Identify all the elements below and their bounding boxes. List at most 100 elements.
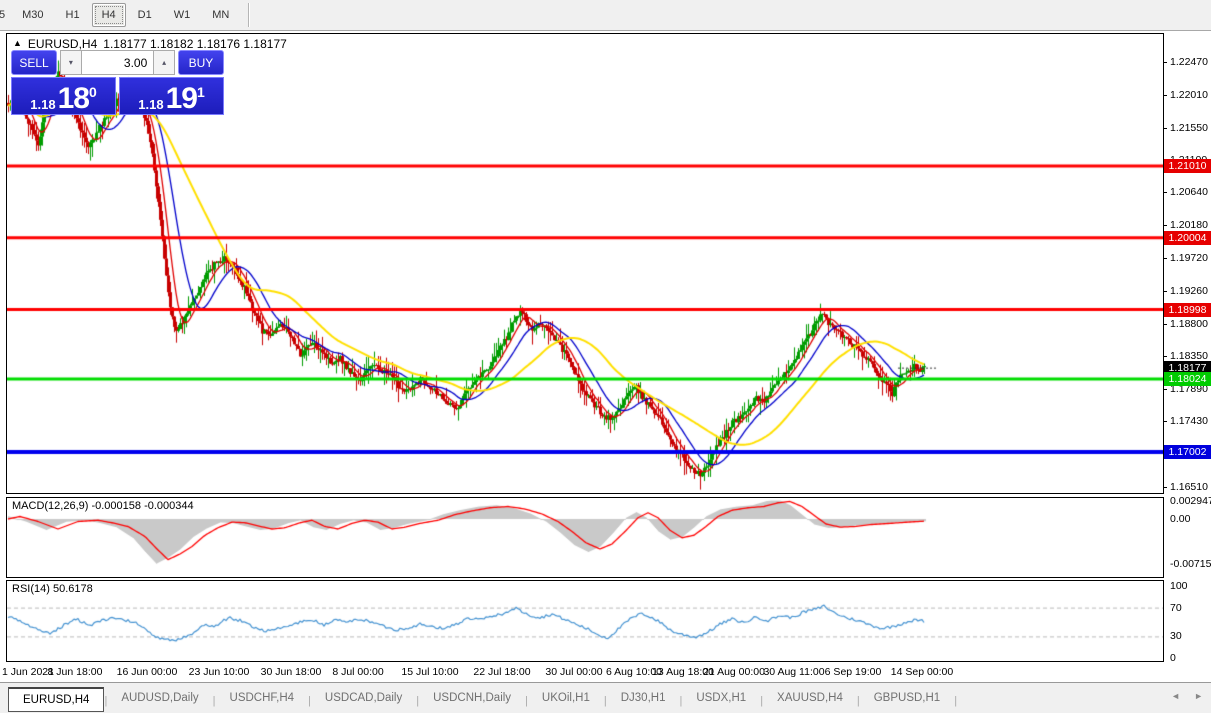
tab-usdcad-daily[interactable]: USDCAD,Daily [311, 687, 416, 709]
price-axis-tick [1163, 421, 1167, 422]
rsi-axis-label: 100 [1170, 580, 1188, 592]
buy-price-point: 1 [197, 84, 205, 100]
price-axis-tick [1163, 324, 1167, 325]
symbol-marker-icon: ▲ [13, 38, 22, 48]
tab-eurusd-h4[interactable]: EURUSD,H4 [8, 687, 104, 712]
sell-price-display[interactable]: 1.18 18 0 [11, 77, 116, 115]
volume-increase-button[interactable]: ▴ [153, 50, 175, 75]
rsi-axis-label: 30 [1170, 630, 1182, 642]
timeframe-button-h1[interactable]: H1 [56, 3, 90, 27]
toolbar-separator [248, 3, 249, 27]
buy-button[interactable]: BUY [178, 50, 224, 75]
price-tag-1.21010: 1.21010 [1164, 159, 1211, 173]
timeframe-toolbar: 5M30H1H4D1W1MN [0, 0, 1211, 31]
time-axis-label: 16 Jun 00:00 [117, 666, 178, 678]
sell-button[interactable]: SELL [11, 50, 57, 75]
time-axis-label: 1 Jun 2021 [2, 666, 54, 678]
time-axis-label: 23 Jun 10:00 [189, 666, 250, 678]
buy-price-base: 1.18 [138, 97, 163, 112]
macd-axis-label: -0.007151 [1170, 558, 1211, 570]
tab-gbpusd-h1[interactable]: GBPUSD,H1 [860, 687, 954, 709]
price-axis-tick-label: 1.19260 [1170, 285, 1208, 297]
price-axis-tick-label: 1.16510 [1170, 481, 1208, 493]
price-axis-tick-label: 1.17430 [1170, 415, 1208, 427]
timeframe-button-w1[interactable]: W1 [164, 3, 201, 27]
price-axis-tick-label: 1.21550 [1170, 122, 1208, 134]
price-axis-tick [1163, 128, 1167, 129]
tab-usdx-h1[interactable]: USDX,H1 [682, 687, 760, 709]
chart-header: ▲ EURUSD,H4 1.18177 1.18182 1.18176 1.18… [13, 37, 287, 51]
tab-dj30-h1[interactable]: DJ30,H1 [607, 687, 680, 709]
tab-usdchf-h4[interactable]: USDCHF,H4 [216, 687, 309, 709]
chart-symbol: EURUSD,H4 [28, 37, 97, 51]
timeframe-buttons: 5M30H1H4D1W1MN [0, 0, 240, 30]
macd-label: MACD(12,26,9) -0.000158 -0.000344 [12, 500, 194, 512]
price-axis-tick-label: 1.22010 [1170, 89, 1208, 101]
price-tag-1.20004: 1.20004 [1164, 231, 1211, 245]
rsi-label: RSI(14) 50.6178 [12, 583, 93, 595]
price-axis-tick [1163, 192, 1167, 193]
price-axis-tick-label: 1.20640 [1170, 186, 1208, 198]
rsi-axis-label: 70 [1170, 602, 1182, 614]
price-tag-1.18998: 1.18998 [1164, 303, 1211, 317]
tab-scroll-controls: ◄ ► [1171, 691, 1203, 701]
time-axis-label: 15 Jul 10:00 [401, 666, 458, 678]
time-axis-label: 8 Jun 18:00 [48, 666, 103, 678]
time-axis-label: 8 Jul 00:00 [332, 666, 383, 678]
price-axis-tick-label: 1.22470 [1170, 56, 1208, 68]
macd-panel[interactable]: MACD(12,26,9) -0.000158 -0.000344 [6, 497, 1164, 578]
main-price-plot[interactable]: ▲ EURUSD,H4 1.18177 1.18182 1.18176 1.18… [6, 33, 1164, 494]
macd-axis-label: 0.00 [1170, 513, 1190, 525]
time-axis-label: 6 Sep 19:00 [825, 666, 882, 678]
volume-input[interactable]: 3.00 [82, 50, 154, 75]
tab-scroll-right-icon[interactable]: ► [1194, 691, 1203, 701]
time-axis: 1 Jun 20218 Jun 18:00 16 Jun 00:00 23 Jun … [0, 663, 1211, 681]
price-axis-tick [1163, 62, 1167, 63]
price-axis-tick [1163, 356, 1167, 357]
volume-decrease-button[interactable]: ▾ [60, 50, 82, 75]
timeframe-button-h4[interactable]: H4 [92, 3, 126, 27]
buy-price-display[interactable]: 1.18 19 1 [119, 77, 224, 115]
price-axis-tick-label: 1.18350 [1170, 350, 1208, 362]
macd-axis-label: 0.002947 [1170, 495, 1211, 507]
rsi-panel[interactable]: RSI(14) 50.6178 [6, 580, 1164, 662]
tab-ukoil-h1[interactable]: UKOil,H1 [528, 687, 604, 709]
timeframe-button-5[interactable]: 5 [0, 3, 10, 27]
time-axis-label: 22 Jul 18:00 [473, 666, 530, 678]
chart-ohlc: 1.18177 1.18182 1.18176 1.18177 [103, 37, 287, 51]
symbol-tabbar: EURUSD,H4|AUDUSD,Daily|USDCHF,H4|USDCAD,… [0, 682, 1211, 713]
price-axis-tick [1163, 225, 1167, 226]
timeframe-button-m30[interactable]: M30 [12, 3, 53, 27]
price-axis-tick [1163, 258, 1167, 259]
rsi-axis-label: 0 [1170, 652, 1176, 664]
tab-scroll-left-icon[interactable]: ◄ [1171, 691, 1180, 701]
time-axis-label: 30 Jun 18:00 [261, 666, 322, 678]
one-click-trade-panel: SELL ▾ 3.00 ▴ BUY 1.18 18 0 1.18 19 1 [11, 50, 224, 115]
sell-price-point: 0 [89, 84, 97, 100]
timeframe-button-mn[interactable]: MN [202, 3, 239, 27]
tab-usdcnh-daily[interactable]: USDCNH,Daily [419, 687, 525, 709]
tab-xauusd-h4[interactable]: XAUUSD,H4 [763, 687, 857, 709]
price-axis-tick [1163, 389, 1167, 390]
price-axis-tick-label: 1.18800 [1170, 318, 1208, 330]
time-axis-label: 30 Aug 11:00 [763, 666, 824, 678]
sell-price-base: 1.18 [30, 97, 55, 112]
price-tag-1.18024: 1.18024 [1164, 372, 1211, 386]
tab-separator: | [954, 695, 957, 707]
timeframe-button-d1[interactable]: D1 [128, 3, 162, 27]
rsi-canvas[interactable] [7, 581, 1163, 661]
price-axis-tick-label: 1.20180 [1170, 219, 1208, 231]
time-axis-label: 14 Sep 00:00 [891, 666, 953, 678]
time-axis-label: 30 Jul 00:00 [545, 666, 602, 678]
time-axis-label: 21 Aug 00:00 [703, 666, 765, 678]
buy-price-pips: 19 [166, 86, 197, 112]
chart-region: ▲ EURUSD,H4 1.18177 1.18182 1.18176 1.18… [0, 31, 1211, 682]
tab-audusd-daily[interactable]: AUDUSD,Daily [107, 687, 212, 709]
price-tag-1.17002: 1.17002 [1164, 445, 1211, 459]
price-axis-tick-label: 1.19720 [1170, 252, 1208, 264]
price-axis-tick [1163, 291, 1167, 292]
sell-price-pips: 18 [58, 86, 89, 112]
price-axis-tick [1163, 487, 1167, 488]
price-axis-tick [1163, 95, 1167, 96]
symbol-tabs: EURUSD,H4|AUDUSD,Daily|USDCHF,H4|USDCAD,… [0, 683, 957, 712]
